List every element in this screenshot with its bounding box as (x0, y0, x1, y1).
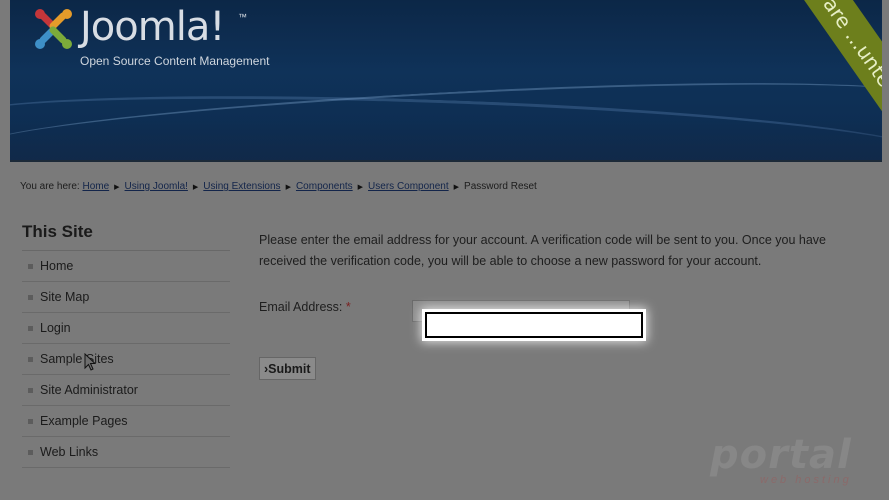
bullet-icon (28, 356, 33, 362)
sidebar-title: This Site (22, 222, 230, 251)
volunteers-ribbon: ...e are ...unteers ! (780, 0, 882, 130)
logo-tagline: Open Source Content Management (80, 54, 270, 68)
sidebar-item-label[interactable]: Login (40, 321, 71, 335)
sidebar-item-sample-sites[interactable]: Sample Sites (22, 344, 230, 375)
breadcrumb-arrow-icon: ▶ (285, 184, 291, 191)
breadcrumb-arrow-icon: ▶ (357, 184, 364, 191)
sidebar-item-login[interactable]: Login (22, 313, 230, 344)
site-header: Joomla! ™ Open Source Content Management… (10, 0, 882, 162)
sidebar-item-label[interactable]: Site Map (40, 290, 89, 304)
email-label-row: Email Address: * (259, 300, 351, 314)
sidebar-item-label[interactable]: Sample Sites (40, 352, 114, 366)
sidebar-item-example-pages[interactable]: Example Pages (22, 406, 230, 437)
breadcrumb-link-users-component[interactable]: Users Component (368, 181, 449, 192)
breadcrumb-prefix: You are here: (20, 181, 80, 192)
sidebar-item-home[interactable]: Home (22, 251, 230, 282)
joomla-logo-icon[interactable] (30, 6, 76, 52)
breadcrumb-current: Password Reset (464, 181, 537, 192)
bullet-icon (28, 263, 33, 269)
mouse-cursor-icon (84, 353, 96, 371)
breadcrumb-arrow-icon: ▶ (453, 184, 460, 191)
sidebar-item-label[interactable]: Web Links (40, 445, 98, 459)
sidebar-item-label[interactable]: Home (40, 259, 73, 273)
ribbon-text: ...e are ...unteers ! (789, 0, 882, 130)
breadcrumb-link-components[interactable]: Components (296, 181, 353, 192)
breadcrumb-arrow-icon: ▶ (114, 184, 120, 191)
email-field[interactable] (425, 312, 643, 338)
header-wave (10, 120, 882, 160)
breadcrumb-link-home[interactable]: Home (82, 181, 109, 192)
breadcrumb: You are here: Home ▶ Using Joomla! ▶ Using E… (20, 181, 537, 192)
bullet-icon (28, 325, 33, 331)
breadcrumb-arrow-icon: ▶ (192, 184, 199, 191)
portal-watermark: portal web hosting (710, 432, 870, 492)
submit-label: Submit (268, 361, 311, 376)
logo-trademark: ™ (238, 12, 247, 22)
watermark-small: web hosting (760, 474, 852, 486)
intro-text: Please enter the email address for your … (259, 233, 826, 268)
breadcrumb-link-using-joomla[interactable]: Using Joomla! (125, 181, 188, 192)
sidebar-item-site-map[interactable]: Site Map (22, 282, 230, 313)
sidebar-item-site-administrator[interactable]: Site Administrator (22, 375, 230, 406)
sidebar-item-label[interactable]: Example Pages (40, 414, 128, 428)
submit-button[interactable]: ›Submit (259, 357, 316, 380)
email-label: Email Address: (259, 300, 343, 314)
logo-text[interactable]: Joomla! (80, 4, 225, 50)
bullet-icon (28, 387, 33, 393)
sidebar-menu: This Site Home Site Map Login Sample Sit… (22, 222, 230, 468)
watermark-big: portal (710, 432, 852, 478)
required-marker: * (345, 300, 351, 314)
bullet-icon (28, 294, 33, 300)
bullet-icon (28, 418, 33, 424)
sidebar-item-web-links[interactable]: Web Links (22, 437, 230, 468)
sidebar-item-label[interactable]: Site Administrator (40, 383, 138, 397)
page: Joomla! ™ Open Source Content Management… (0, 0, 889, 500)
bullet-icon (28, 449, 33, 455)
password-reset-form: Please enter the email address for your … (259, 230, 859, 380)
breadcrumb-link-using-extensions[interactable]: Using Extensions (203, 181, 280, 192)
